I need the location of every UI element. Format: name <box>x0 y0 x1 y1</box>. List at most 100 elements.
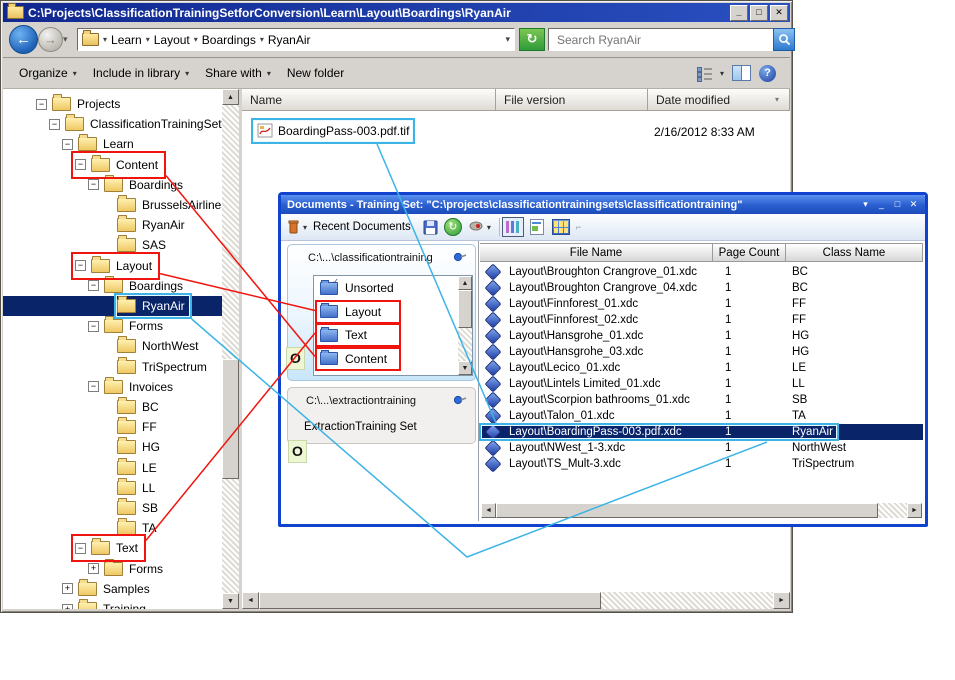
scrollbar-thumb[interactable] <box>458 290 472 328</box>
collapse-icon[interactable]: − <box>88 381 99 392</box>
table-row[interactable]: Layout\Lintels Limited_01.xdc1LL <box>480 376 923 392</box>
scroll-left-icon[interactable]: ◄ <box>242 592 259 609</box>
column-header-file-name[interactable]: File Name <box>480 243 713 262</box>
thumbnail-view-button[interactable] <box>550 217 572 237</box>
scroll-right-icon[interactable]: ► <box>907 503 922 518</box>
back-button[interactable]: ← <box>9 25 38 54</box>
search-input[interactable] <box>555 32 749 48</box>
table-row[interactable]: Layout\Broughton Crangrove_01.xdc1BC <box>480 264 923 280</box>
maximize-button[interactable]: □ <box>750 5 768 21</box>
refresh-icon[interactable]: ↻ <box>444 218 462 236</box>
column-header-name[interactable]: Name <box>242 89 496 111</box>
tree-item-trispectrum[interactable]: TriSpectrum <box>3 357 239 377</box>
collapse-icon[interactable]: − <box>49 119 60 130</box>
table-row[interactable]: Layout\BoardingPass-003.pdf.xdc1RyanAir <box>480 424 923 440</box>
tree-item-sb[interactable]: SB <box>3 498 239 518</box>
preview-pane-icon[interactable] <box>732 65 751 81</box>
recent-pages-icon[interactable]: ▾ <box>63 34 68 45</box>
delete-icon[interactable] <box>287 219 300 235</box>
change-view-icon[interactable] <box>697 67 712 80</box>
breadcrumb[interactable]: ▾ Learn ▾ Layout ▾ Boardings ▾ RyanAir ▾ <box>77 28 515 51</box>
breadcrumb-separator-icon[interactable]: ▾ <box>146 35 150 44</box>
scroll-right-icon[interactable]: ► <box>773 592 790 609</box>
class-list-scrollbar[interactable]: ▲ ▼ <box>458 276 472 375</box>
scrollbar-thumb[interactable] <box>496 503 878 518</box>
column-header-page-count[interactable]: Page Count <box>713 243 786 262</box>
file-item[interactable]: BoardingPass-003.pdf.tif <box>253 120 413 142</box>
forward-button[interactable]: → <box>38 27 63 52</box>
document-view-button[interactable] <box>526 217 548 237</box>
scroll-left-icon[interactable]: ◄ <box>481 503 496 518</box>
pin-icon[interactable] <box>453 394 467 409</box>
breadcrumb-item[interactable]: Layout <box>154 33 190 47</box>
column-view-button[interactable] <box>502 217 524 237</box>
table-row[interactable]: Layout\Finnforest_02.xdc1FF <box>480 312 923 328</box>
tree-item-boardings[interactable]: −Boardings <box>3 276 239 296</box>
tree-item-layout[interactable]: −Layout <box>3 256 239 276</box>
breadcrumb-item[interactable]: Learn <box>111 33 142 47</box>
collapse-icon[interactable]: − <box>88 280 99 291</box>
scroll-down-icon[interactable]: ▼ <box>222 593 239 609</box>
menu-dropdown-icon[interactable]: ▾ <box>859 198 872 211</box>
maximize-button[interactable]: □ <box>891 198 904 211</box>
tree-item-sas[interactable]: SAS <box>3 235 239 255</box>
minimize-button[interactable]: _ <box>730 5 748 21</box>
save-icon[interactable] <box>423 220 438 235</box>
breadcrumb-separator-icon[interactable]: ▾ <box>194 35 198 44</box>
expand-icon[interactable]: + <box>88 563 99 574</box>
tree-item-ryanair[interactable]: RyanAir <box>3 296 239 316</box>
pin-icon[interactable] <box>453 251 467 266</box>
toolbar-button-share-with[interactable]: Share with▾ <box>205 66 271 80</box>
refresh-button[interactable]: ↻ <box>519 28 545 51</box>
training-set-titlebar[interactable]: Documents - Training Set: "C:\projects\c… <box>281 195 925 214</box>
toolbar-button-include-in-library[interactable]: Include in library▾ <box>93 66 189 80</box>
tree-item-ll[interactable]: LL <box>3 478 239 498</box>
tree-item-boardings[interactable]: −Boardings <box>3 175 239 195</box>
tree-item-classificationtrainingsetforc[interactable]: −ClassificationTrainingSetforC <box>3 114 239 134</box>
tree-item-hg[interactable]: HG <box>3 437 239 457</box>
breadcrumb-separator-icon[interactable]: ▾ <box>103 35 107 44</box>
class-item-unsorted[interactable]: Unsorted <box>316 277 456 299</box>
table-horizontal-scrollbar[interactable]: ◄ ► <box>481 503 922 518</box>
collapse-icon[interactable]: − <box>62 139 73 150</box>
stamp-icon[interactable] <box>468 220 484 234</box>
minimize-button[interactable]: _ <box>875 198 888 211</box>
table-row[interactable]: Layout\Hansgrohe_01.xdc1HG <box>480 328 923 344</box>
scroll-down-icon[interactable]: ▼ <box>458 361 472 375</box>
collapse-icon[interactable]: − <box>75 159 86 170</box>
table-row[interactable]: Layout\Hansgrohe_03.xdc1HG <box>480 344 923 360</box>
collapse-icon[interactable]: − <box>88 321 99 332</box>
toolbar-button-organize[interactable]: Organize▾ <box>19 66 77 80</box>
scroll-up-icon[interactable]: ▲ <box>222 89 239 105</box>
expand-icon[interactable]: + <box>62 604 73 610</box>
breadcrumb-separator-icon[interactable]: ▾ <box>260 35 264 44</box>
tree-item-ta[interactable]: TA <box>3 518 239 538</box>
collapse-icon[interactable]: − <box>36 99 47 110</box>
tree-item-northwest[interactable]: NorthWest <box>3 336 239 356</box>
delete-dropdown-icon[interactable]: ▾ <box>303 223 307 232</box>
collapse-icon[interactable]: − <box>75 543 86 554</box>
address-dropdown-icon[interactable]: ▾ <box>505 34 510 45</box>
tree-item-brusselsairlines[interactable]: BrusselsAirlines <box>3 195 239 215</box>
tree-vertical-scrollbar[interactable]: ▲ ▼ <box>222 89 239 609</box>
tree-item-ff[interactable]: FF <box>3 417 239 437</box>
toolbar-overflow-handle[interactable]: ⌐ <box>576 222 581 232</box>
table-row[interactable]: Layout\TS_Mult-3.xdc1TriSpectrum <box>480 456 923 472</box>
tree-item-samples[interactable]: +Samples <box>3 579 239 599</box>
tree-item-training[interactable]: +Training <box>3 599 239 609</box>
column-header-file-version[interactable]: File version <box>496 89 648 111</box>
collapse-icon[interactable]: − <box>75 260 86 271</box>
tree-item-projects[interactable]: −Projects <box>3 94 239 114</box>
tree-item-invoices[interactable]: −Invoices <box>3 377 239 397</box>
close-button[interactable]: ✕ <box>907 198 920 211</box>
table-row[interactable]: Layout\Scorpion bathrooms_01.xdc1SB <box>480 392 923 408</box>
breadcrumb-item[interactable]: Boardings <box>202 33 256 47</box>
scrollbar-thumb[interactable] <box>259 592 601 609</box>
search-icon[interactable] <box>773 28 795 51</box>
tree-item-text[interactable]: −Text <box>3 538 239 558</box>
tree-item-forms[interactable]: −Forms <box>3 316 239 336</box>
views-dropdown-icon[interactable]: ▾ <box>720 69 724 78</box>
breadcrumb-item[interactable]: RyanAir <box>268 33 311 47</box>
expand-icon[interactable]: + <box>62 583 73 594</box>
help-icon[interactable]: ? <box>759 65 776 82</box>
